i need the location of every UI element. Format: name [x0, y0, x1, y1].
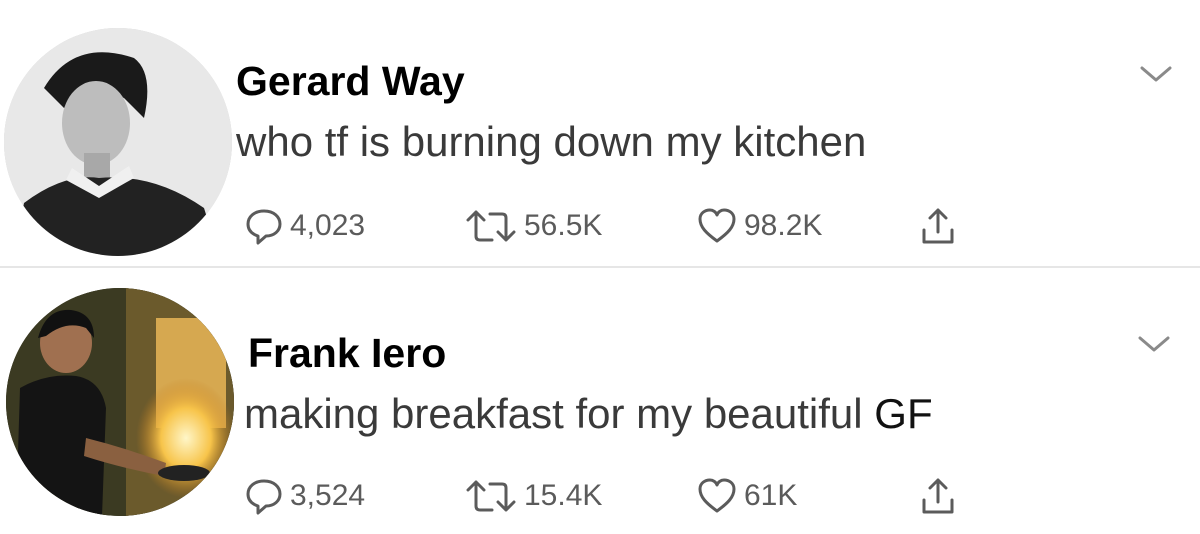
retweet-button[interactable]: 56.5K [464, 204, 602, 248]
retweet-icon [466, 210, 516, 242]
reply-button[interactable]: 3,524 [244, 474, 365, 518]
retweet-button[interactable]: 15.4K [464, 474, 602, 518]
like-button[interactable]: 61K [696, 474, 797, 518]
tweet-text-main: who tf is burning down my kitchen [236, 118, 867, 165]
tweet-text-main: making breakfast for my beautiful [244, 390, 875, 437]
tweet-text-tail: GF [874, 390, 933, 437]
like-button[interactable]: 98.2K [696, 204, 822, 248]
reply-count: 3,524 [290, 479, 366, 512]
heart-icon [698, 478, 736, 513]
retweet-count: 15.4K [524, 479, 603, 512]
like-count: 61K [744, 479, 798, 512]
chevron-down-icon[interactable] [1134, 330, 1174, 360]
avatar-photo [6, 288, 234, 516]
reply-count: 4,023 [290, 209, 366, 242]
like-count: 98.2K [744, 209, 823, 242]
share-icon [922, 478, 954, 514]
tweet[interactable]: Frank Iero making breakfast for my beaut… [0, 268, 1200, 534]
heart-icon [698, 208, 736, 243]
share-icon [922, 208, 954, 244]
retweet-count: 56.5K [524, 209, 603, 242]
tweet-text: who tf is burning down my kitchen [236, 118, 866, 166]
retweet-icon [466, 480, 516, 512]
avatar[interactable] [4, 28, 232, 256]
avatar[interactable] [6, 288, 234, 516]
reply-icon [246, 479, 282, 515]
chevron-down-icon[interactable] [1136, 60, 1176, 90]
reply-button[interactable]: 4,023 [244, 204, 365, 248]
reply-icon [246, 209, 282, 245]
tweet[interactable]: Gerard Way who tf is burning down my kit… [0, 0, 1200, 266]
avatar-photo [4, 28, 232, 256]
share-button[interactable] [918, 204, 958, 248]
share-button[interactable] [918, 474, 958, 518]
tweet-text: making breakfast for my beautiful GF [244, 390, 933, 438]
author-name[interactable]: Frank Iero [248, 330, 446, 377]
author-name[interactable]: Gerard Way [236, 58, 465, 105]
